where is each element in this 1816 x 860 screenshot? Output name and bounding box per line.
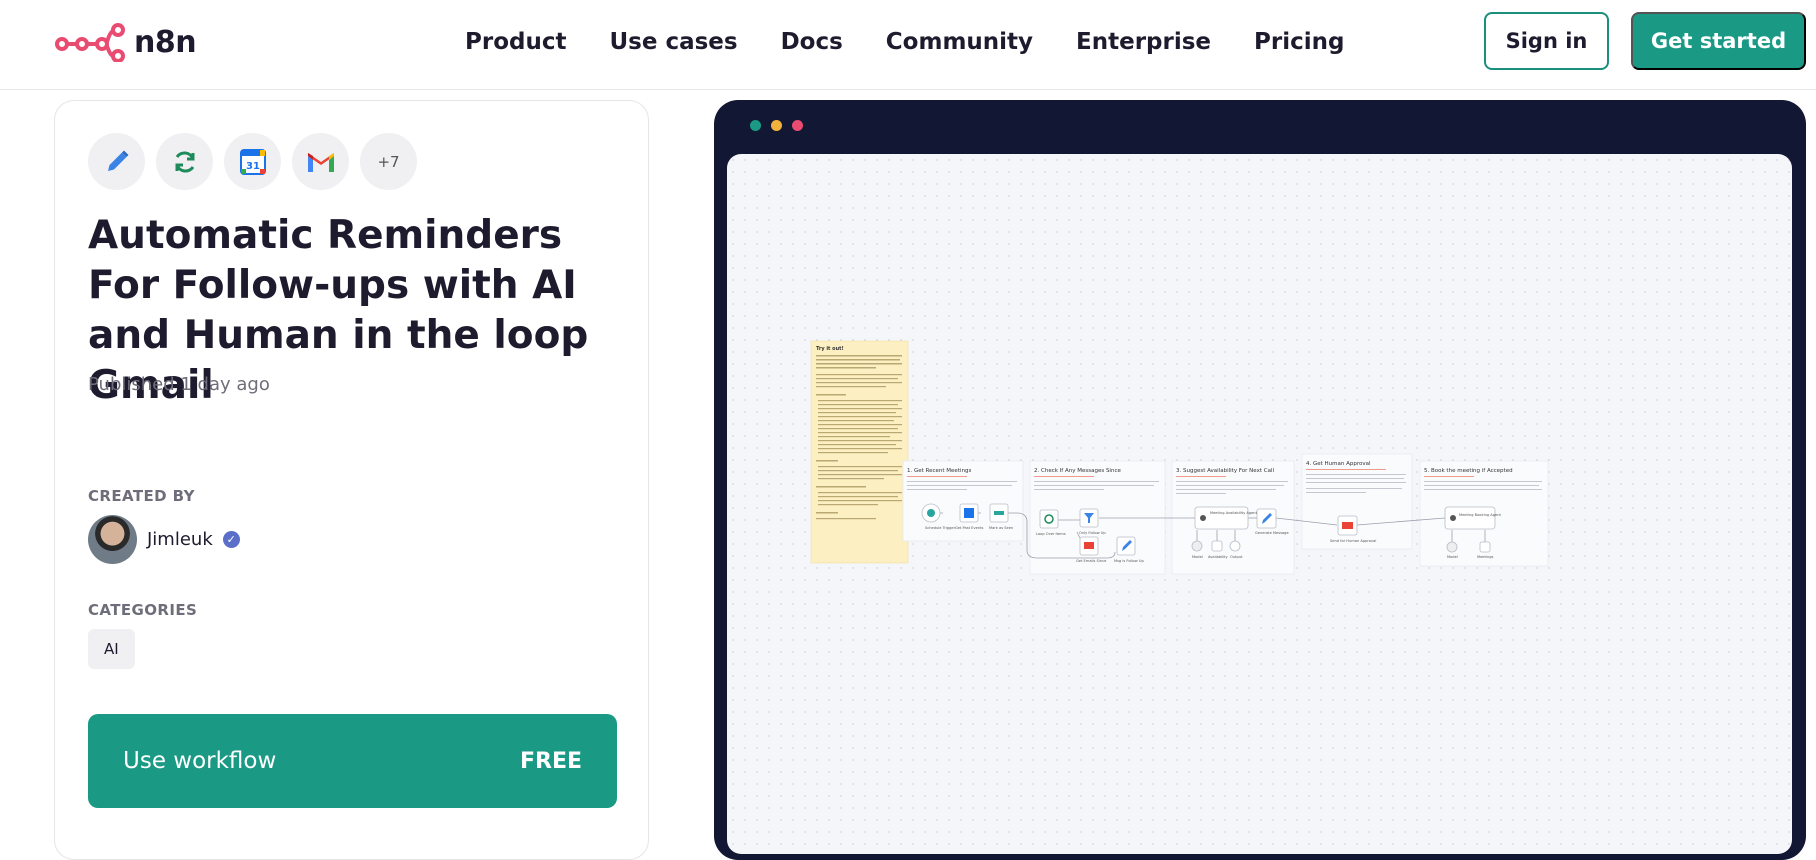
node-only-follow-up: Only Follow Up — [1079, 531, 1106, 535]
node-get-past-events: Get Past Events — [955, 526, 983, 530]
window-dot-red — [792, 120, 803, 131]
node-booking-agent: Meeting Booking Agent — [1459, 513, 1502, 517]
node-send-approval: Send for Human Approval — [1330, 539, 1376, 543]
window-dot-yellow — [771, 120, 782, 131]
template-card: 31 +7 Automatic Reminders For Follow-ups… — [54, 100, 649, 860]
node-meetings: Meetings — [1477, 555, 1493, 559]
sticky-note-title: Try it out! — [816, 346, 844, 352]
category-tag[interactable]: AI — [88, 629, 135, 669]
workflow-diagram: Try it out! 1. Get Recent Meetings 2. Ch — [810, 340, 1549, 575]
section-1-title: 1. Get Recent Meetings — [907, 468, 971, 474]
svg-text:31: 31 — [246, 161, 260, 172]
node-loop-over-items: Loop Over Items — [1036, 532, 1066, 536]
main-nav: Product Use cases Docs Community Enterpr… — [465, 0, 1345, 84]
nav-pricing[interactable]: Pricing — [1254, 29, 1344, 55]
created-by-label: CREATED BY — [88, 487, 195, 505]
google-calendar-icon[interactable]: 31 — [224, 133, 281, 190]
nav-docs[interactable]: Docs — [781, 29, 843, 55]
categories-label: CATEGORIES — [88, 601, 198, 619]
workflow-preview: Try it out! 1. Get Recent Meetings 2. Ch — [714, 100, 1806, 860]
top-navbar: n8n Product Use cases Docs Community Ent… — [0, 0, 1816, 90]
nav-enterprise[interactable]: Enterprise — [1076, 29, 1211, 55]
gmail-icon[interactable] — [292, 133, 349, 190]
node-model-2: Model — [1447, 555, 1458, 559]
node-availability-agent: Meeting Availability Agent — [1210, 511, 1258, 515]
node-model-1: Model — [1192, 555, 1203, 559]
node-mark-as-seen: Mark as Seen — [989, 526, 1013, 530]
refresh-icon[interactable] — [156, 133, 213, 190]
nav-community[interactable]: Community — [886, 29, 1033, 55]
nav-product[interactable]: Product — [465, 29, 566, 55]
section-2-title: 2. Check If Any Messages Since — [1034, 468, 1121, 474]
avatar — [88, 515, 137, 564]
nav-use-cases[interactable]: Use cases — [609, 29, 737, 55]
workflow-canvas[interactable]: Try it out! 1. Get Recent Meetings 2. Ch — [727, 154, 1792, 854]
get-started-button[interactable]: Get started — [1631, 12, 1806, 70]
app-icons-row: 31 +7 — [88, 133, 417, 190]
node-msg-follow-up: Msg is Follow Up — [1114, 559, 1144, 563]
more-integrations[interactable]: +7 — [360, 133, 417, 190]
sign-in-button[interactable]: Sign in — [1484, 12, 1609, 70]
use-workflow-button[interactable]: Use workflow FREE — [88, 714, 617, 808]
section-3-title: 3. Suggest Availability For Next Call — [1176, 468, 1274, 474]
verified-icon: ✓ — [222, 531, 240, 548]
window-dots — [750, 120, 803, 131]
published-date: Published 1 day ago — [88, 374, 270, 395]
section-4-title: 4. Get Human Approval — [1306, 461, 1371, 467]
logo-text: n8n — [134, 24, 197, 60]
node-output: Output — [1230, 555, 1243, 559]
section-5-title: 5. Book the meeting if Accepted — [1424, 468, 1513, 474]
node-get-emails-since: Get Emails Since — [1076, 559, 1107, 563]
n8n-logo[interactable]: n8n — [54, 22, 197, 62]
node-generate-message: Generate Message — [1255, 531, 1289, 535]
node-schedule-trigger: Schedule Trigger — [925, 526, 956, 530]
use-workflow-label: Use workflow — [123, 748, 277, 774]
creator[interactable]: Jimleuk ✓ — [88, 515, 240, 564]
pencil-icon[interactable] — [88, 133, 145, 190]
window-dot-green — [750, 120, 761, 131]
n8n-logo-icon — [55, 23, 125, 62]
price-label: FREE — [519, 748, 582, 774]
node-availability: Availability — [1208, 555, 1228, 559]
creator-name[interactable]: Jimleuk — [147, 529, 213, 550]
